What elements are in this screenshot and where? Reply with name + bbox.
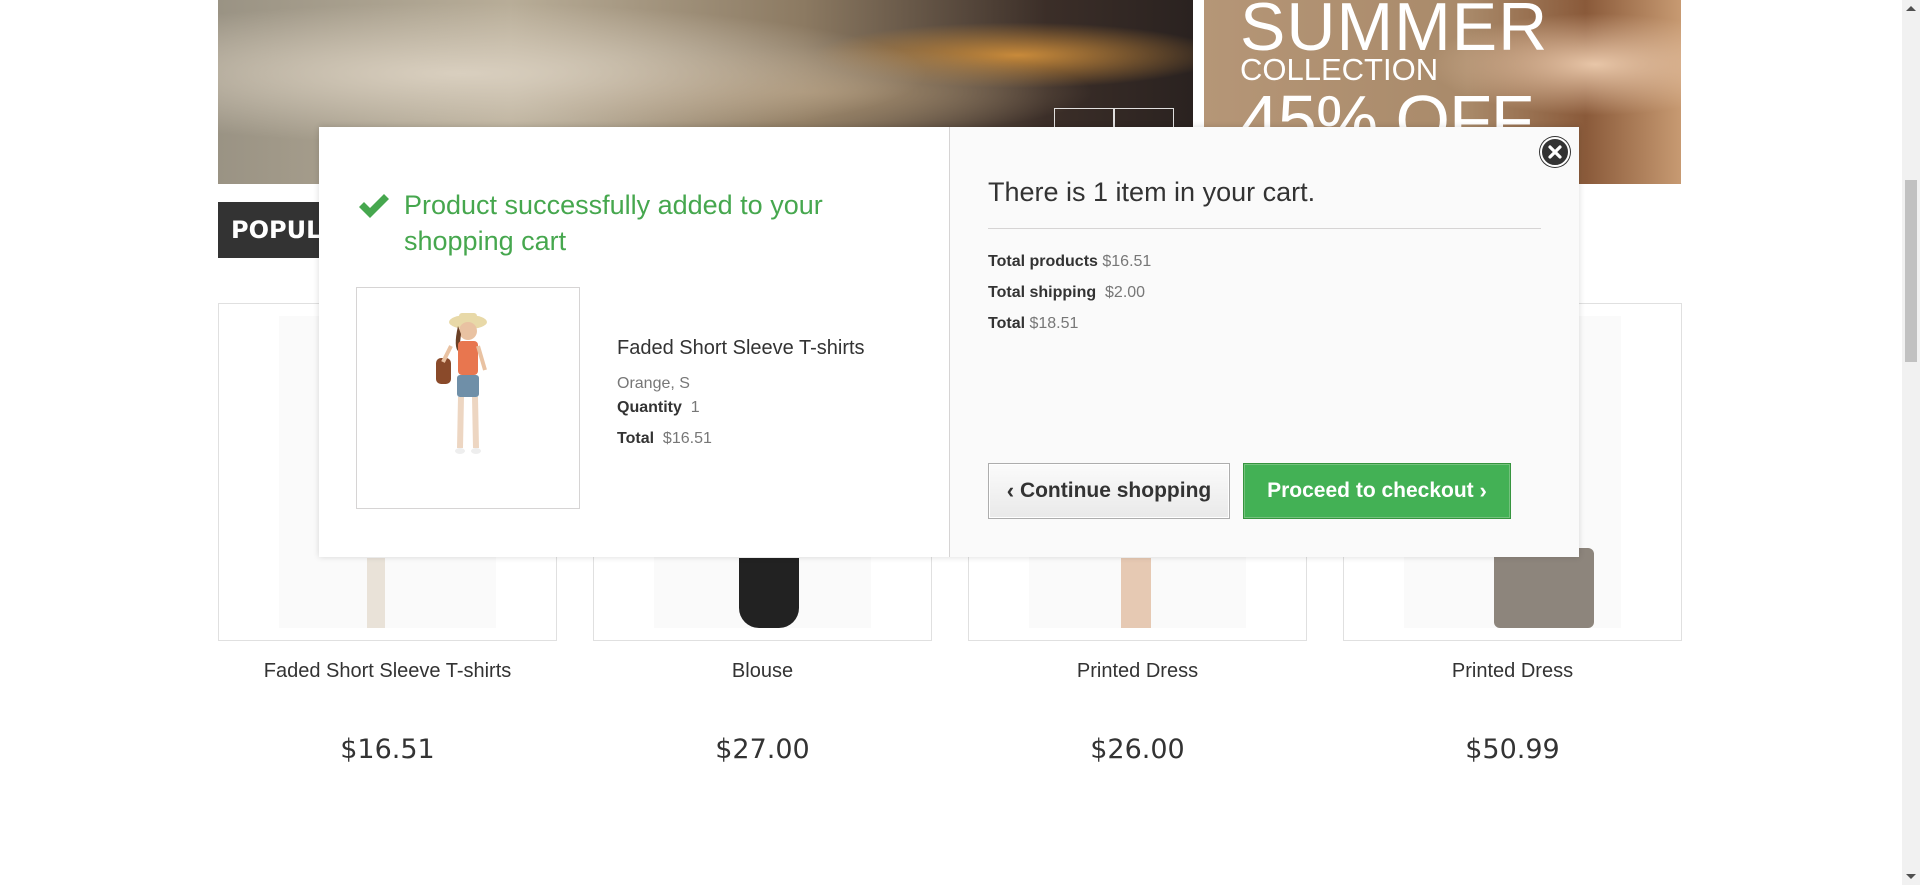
total-products-value: $16.51	[1102, 253, 1152, 270]
divider	[988, 228, 1541, 229]
product-price: $50.99	[1465, 734, 1560, 765]
quantity-value: 1	[690, 399, 700, 416]
close-icon	[1548, 145, 1562, 159]
cart-total-label: Total	[988, 315, 1026, 332]
product-total-label: Total	[617, 430, 655, 447]
close-modal-button[interactable]	[1540, 137, 1570, 167]
continue-shopping-button[interactable]: ‹ Continue shopping	[988, 463, 1230, 519]
cart-total-value: $18.51	[1029, 315, 1079, 332]
scroll-down-arrow-icon[interactable]	[1906, 874, 1916, 879]
chevron-left-icon: ‹	[1006, 478, 1015, 503]
proceed-to-checkout-button[interactable]: Proceed to checkout ›	[1243, 463, 1511, 519]
product-name[interactable]: Blouse	[593, 660, 932, 683]
total-products-row: Total products $16.51	[988, 253, 1151, 271]
scroll-up-arrow-icon[interactable]	[1906, 6, 1916, 11]
modal-product-name: Faded Short Sleeve T-shirts	[617, 337, 865, 359]
total-products-label: Total products	[988, 253, 1098, 270]
product-name[interactable]: Printed Dress	[968, 660, 1307, 683]
quantity-label: Quantity	[617, 399, 682, 416]
product-name[interactable]: Printed Dress	[1343, 660, 1682, 683]
product-price: $16.51	[340, 734, 435, 765]
modal-product-quantity: Quantity 1	[617, 399, 700, 417]
product-photo	[436, 313, 487, 454]
add-to-cart-modal: Product successfully added to your shopp…	[319, 127, 1579, 557]
product-price: $27.00	[715, 734, 810, 765]
continue-shopping-label: Continue shopping	[1019, 479, 1212, 502]
check-icon	[359, 194, 389, 218]
modal-product-attributes: Orange, S	[617, 375, 690, 392]
chevron-right-icon: ›	[1479, 478, 1487, 503]
total-shipping-value: $2.00	[1105, 284, 1146, 301]
product-price: $26.00	[1090, 734, 1185, 765]
scroll-thumb[interactable]	[1905, 180, 1917, 362]
product-thumbnail	[356, 287, 580, 509]
modal-product-panel: Product successfully added to your shopp…	[319, 127, 950, 557]
product-name[interactable]: Faded Short Sleeve T-shirts	[218, 660, 557, 683]
total-shipping-label: Total shipping	[988, 284, 1097, 301]
product-total-value: $16.51	[662, 430, 712, 447]
proceed-to-checkout-label: Proceed to checkout	[1267, 479, 1474, 502]
modal-cart-panel: There is 1 item in your cart. Total prod…	[950, 127, 1579, 557]
cart-item-count: There is 1 item in your cart.	[988, 177, 1316, 207]
modal-product-total: Total $16.51	[617, 430, 712, 448]
success-text: Product successfully added to your shopp…	[404, 190, 823, 256]
total-shipping-row: Total shipping $2.00	[988, 284, 1145, 302]
page-scrollbar[interactable]	[1902, 0, 1920, 885]
cart-total-row: Total $18.51	[988, 315, 1078, 333]
